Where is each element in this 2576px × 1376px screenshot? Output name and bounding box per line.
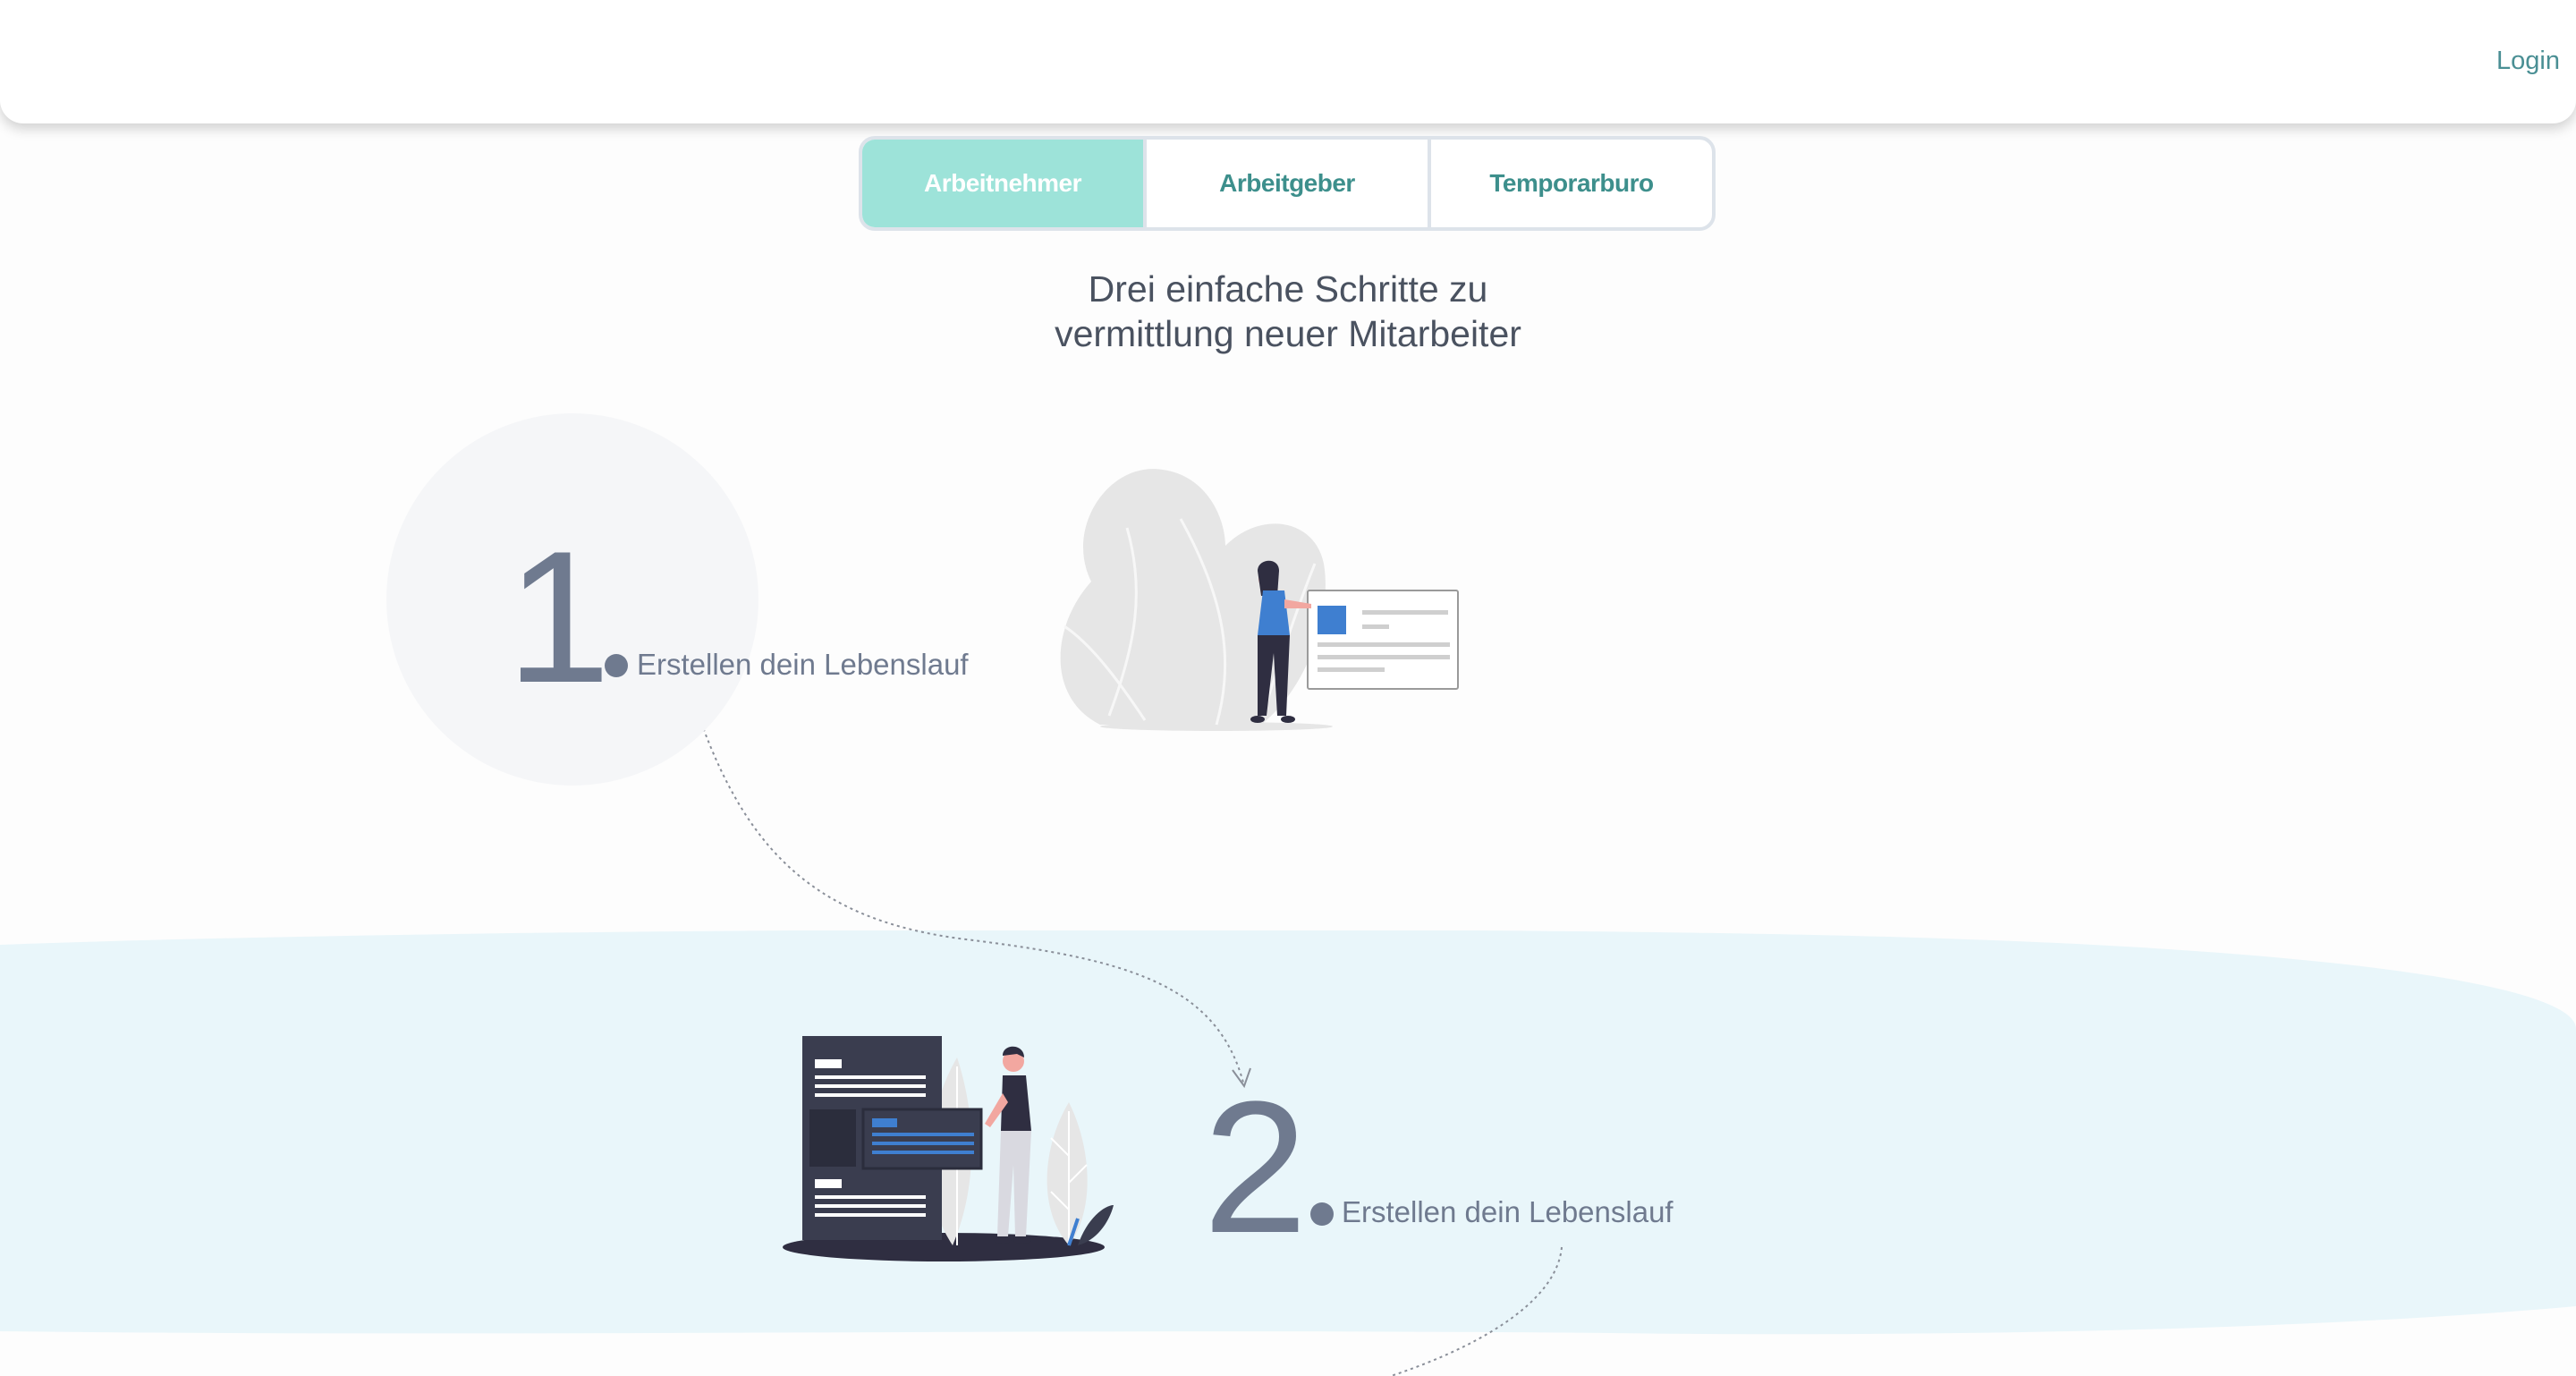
resume-boards-man-illustration: [783, 1036, 1114, 1261]
step-1-label: Erstellen dein Lebenslauf: [637, 648, 969, 681]
login-link[interactable]: Login: [2496, 47, 2560, 76]
resume-woman-illustration: [1060, 469, 1459, 731]
page-headline: Drei einfache Schritte zu vermittlung ne…: [0, 267, 2576, 356]
step-1-bullet: [605, 654, 628, 677]
tab-arbeitnehmer[interactable]: Arbeitnehmer: [862, 140, 1147, 227]
role-tab-bar: Arbeitnehmer Arbeitgeber Temporarburo: [859, 136, 1716, 231]
tab-arbeitgeber[interactable]: Arbeitgeber: [1147, 140, 1431, 227]
headline-line-2: vermittlung neuer Mitarbeiter: [1055, 313, 1521, 354]
headline-line-1: Drei einfache Schritte zu: [1088, 268, 1488, 310]
step-2-bullet: [1310, 1202, 1334, 1226]
step-1-number: 1: [506, 512, 611, 722]
step-2-label: Erstellen dein Lebenslauf: [1342, 1195, 1674, 1228]
top-header: Login: [0, 0, 2576, 123]
tab-temporarburo[interactable]: Temporarburo: [1431, 140, 1712, 227]
step-2-number: 2: [1203, 1062, 1308, 1272]
